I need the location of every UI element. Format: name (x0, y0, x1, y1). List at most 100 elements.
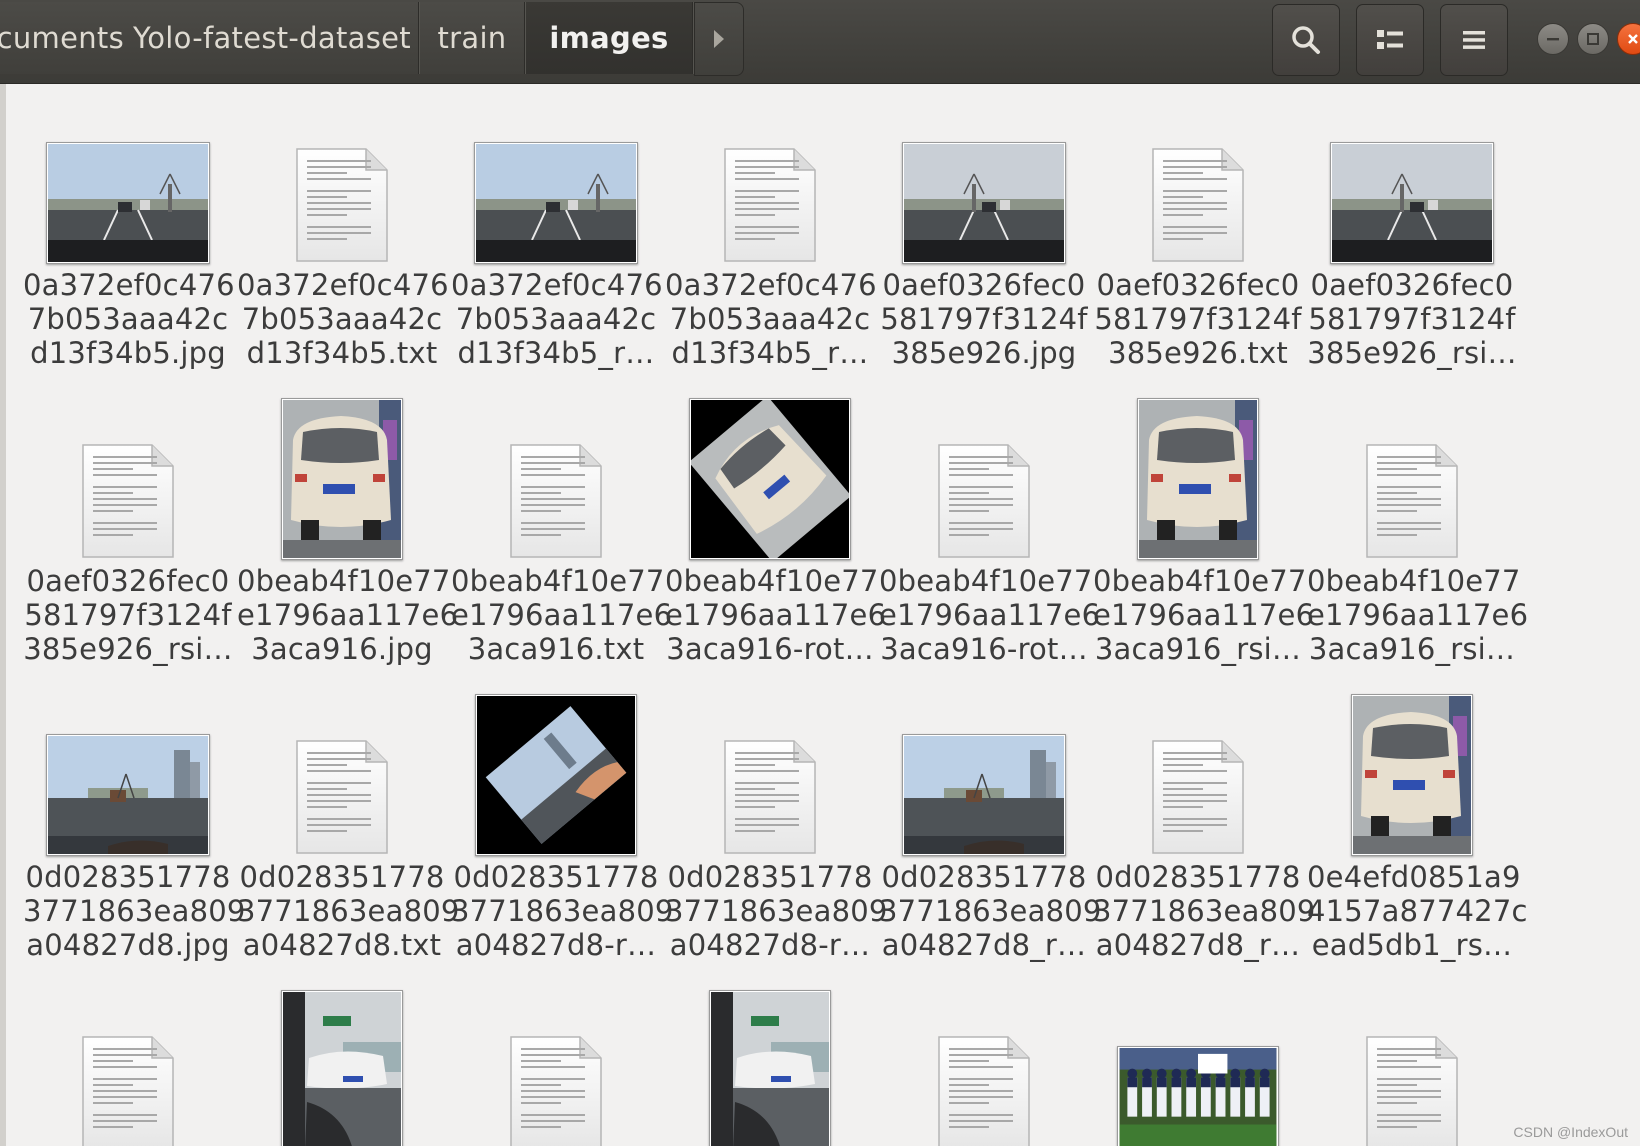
file-name-line: e1796aa117e6 (237, 598, 459, 632)
menu-button[interactable] (1440, 4, 1508, 76)
image-thumbnail (475, 694, 637, 856)
file-item-image[interactable]: 0beab4f10e77 e1796aa117e6 3aca916-rot… (665, 390, 886, 666)
text-file-icon (724, 148, 816, 262)
view-toggle-button[interactable] (1356, 4, 1424, 76)
file-item-txt[interactable]: 0d028351778 3771863ea809 a04827d8-r… (665, 686, 888, 962)
image-thumbnail (1137, 398, 1259, 560)
file-name: 0beab4f10e77 e1796aa117e6 3aca916.jpg (237, 564, 459, 666)
file-name: 0beab4f10e77 e1796aa117e6 3aca916-rot… (665, 564, 886, 666)
file-item-image[interactable]: 0fd2c27b0c2a (237, 982, 447, 1146)
file-item-txt[interactable]: 0d028351778 3771863ea809 a04827d8.txt (237, 686, 459, 962)
file-name-line: 7b053aaa42c (27, 302, 229, 336)
image-thumbnail (689, 398, 851, 560)
file-item-image[interactable]: 0a372ef0c476 7b053aaa42c d13f34b5_r… (451, 94, 663, 370)
file-item-image[interactable]: 0d028351778 3771863ea809 a04827d8-r… (451, 686, 673, 962)
image-thumbnail (709, 990, 831, 1146)
file-name-line: 3aca916-rot… (880, 632, 1088, 666)
file-name-line: 0d028351778 (881, 860, 1087, 894)
breadcrumb-label: images (549, 21, 669, 55)
text-file-icon (1366, 444, 1458, 558)
file-name-line: 385e926_rsi… (1307, 336, 1517, 370)
file-name-line: 0a372ef0c476 (237, 268, 449, 302)
file-name-line: 0a372ef0c476 (451, 268, 663, 302)
file-item-image[interactable]: 0d028351778 3771863ea809 a04827d8.jpg (23, 686, 245, 962)
close-button[interactable] (1617, 23, 1640, 55)
file-name-line: e1796aa117e6 (451, 598, 673, 632)
image-thumbnail (1351, 694, 1473, 856)
file-item-txt[interactable]: 0beab4f10e77 e1796aa117e6 3aca916.txt (451, 390, 673, 666)
file-name-line: a04827d8-r… (455, 928, 657, 962)
file-item-txt[interactable]: 0d028351778 3771863ea809 a04827d8_r… (1093, 686, 1315, 962)
file-name-line: a04827d8_r… (1095, 928, 1301, 962)
text-file-icon (296, 148, 388, 262)
breadcrumb-images[interactable]: images (526, 2, 693, 74)
file-item-txt[interactable]: 0aef0326fec0 581797f3124f 385e926_rsi… (23, 390, 233, 666)
file-name: 0beab4f10e77 e1796aa117e6 3aca916.txt (451, 564, 673, 666)
file-item-image[interactable]: 0beab4f10e77 e1796aa117e6 3aca916_rsi… (1093, 390, 1314, 666)
search-button[interactable] (1272, 4, 1340, 76)
search-icon (1292, 26, 1320, 54)
file-thumbnail (237, 94, 447, 264)
file-name-line: 581797f3124f (24, 598, 232, 632)
file-item-txt[interactable]: 0_Parade (1307, 982, 1517, 1146)
file-item-image[interactable]: 0fd2c27b0c2a (665, 982, 875, 1146)
file-item-txt[interactable]: 0aef0326fec0 581797f3124f 385e926.txt (1093, 94, 1303, 370)
file-thumbnail (1093, 982, 1303, 1146)
file-thumbnail (665, 390, 875, 560)
file-name-line: 581797f3124f (880, 302, 1088, 336)
file-name-line: 385e926.txt (1108, 336, 1288, 370)
minimize-button[interactable] (1537, 23, 1569, 55)
file-item-txt[interactable]: 0fd2c27b0c2a (879, 982, 1089, 1146)
file-name-line: 3771863ea809 (665, 894, 888, 928)
file-name-line: a04827d8_r… (881, 928, 1087, 962)
file-name-line: d13f34b5_r… (457, 336, 655, 370)
file-item-image[interactable]: 0_Parade (1093, 982, 1303, 1146)
file-thumbnail (665, 982, 875, 1146)
file-name: 0d028351778 3771863ea809 a04827d8.txt (237, 860, 459, 962)
maximize-button[interactable] (1577, 23, 1609, 55)
file-name-line: 3aca916.jpg (251, 632, 433, 666)
file-name-line: 0aef0326fec0 (1096, 268, 1300, 302)
file-item-image[interactable]: 0aef0326fec0 581797f3124f 385e926.jpg (879, 94, 1089, 370)
file-name: 0aef0326fec0 581797f3124f 385e926_rsi… (1307, 268, 1517, 370)
file-name-line: d13f34b5.jpg (30, 336, 226, 370)
file-item-txt[interactable]: 0fd2c27b0c2a (451, 982, 661, 1146)
file-name-line: 385e926_rsi… (23, 632, 233, 666)
file-item-txt[interactable]: 0e4efd0851a9 (23, 982, 233, 1146)
file-name-line: 581797f3124f (1308, 302, 1516, 336)
file-item-image[interactable]: 0e4efd0851a9 4157a877427c ead5db1_rs… (1307, 686, 1527, 962)
image-thumbnail (281, 398, 403, 560)
watermark: CSDN @IndexOut (1513, 1124, 1628, 1140)
file-name-line: 0beab4f10e77 (237, 564, 451, 598)
file-thumbnail (665, 94, 875, 264)
file-item-txt[interactable]: 0beab4f10e77 e1796aa117e6 3aca916-rot… (879, 390, 1101, 666)
file-name-line: e1796aa117e6 (879, 598, 1101, 632)
file-thumbnail (879, 686, 1089, 856)
image-thumbnail (474, 142, 638, 264)
breadcrumb-train[interactable]: train (420, 2, 525, 74)
chevron-right-icon (714, 30, 724, 48)
breadcrumb-yolo-fatest-dataset[interactable]: Yolo-fatest-dataset (126, 2, 419, 74)
file-item-image[interactable]: 0aef0326fec0 581797f3124f 385e926_rsi… (1307, 94, 1517, 370)
text-file-icon (1152, 740, 1244, 854)
file-thumbnail (451, 686, 661, 856)
file-grid: 0a372ef0c476 7b053aaa42c d13f34b5.jpg 0a37… (0, 84, 1640, 1146)
file-name-line: 0beab4f10e77 (451, 564, 665, 598)
file-item-image[interactable]: 0d028351778 3771863ea809 a04827d8_r… (879, 686, 1101, 962)
file-name: 0a372ef0c476 7b053aaa42c d13f34b5.jpg (23, 268, 235, 370)
file-item-txt[interactable]: 0a372ef0c476 7b053aaa42c d13f34b5.txt (237, 94, 449, 370)
breadcrumb-documents[interactable]: cuments (0, 2, 127, 74)
file-name-line: 3aca916_rsi… (1308, 632, 1516, 666)
file-item-image[interactable]: 0beab4f10e77 e1796aa117e6 3aca916.jpg (237, 390, 459, 666)
file-thumbnail (1093, 94, 1303, 264)
file-name-line: 581797f3124f (1094, 302, 1302, 336)
file-item-txt[interactable]: 0a372ef0c476 7b053aaa42c d13f34b5_r… (665, 94, 877, 370)
file-item-txt[interactable]: 0beab4f10e77 e1796aa117e6 3aca916_rsi… (1307, 390, 1528, 666)
file-item-image[interactable]: 0a372ef0c476 7b053aaa42c d13f34b5.jpg (23, 94, 235, 370)
file-thumbnail (237, 686, 447, 856)
file-thumbnail (237, 982, 447, 1146)
file-name-line: 0d028351778 (453, 860, 659, 894)
breadcrumb-label: cuments (0, 21, 124, 55)
file-name-line: d13f34b5.txt (246, 336, 438, 370)
breadcrumb-forward-button[interactable] (694, 2, 744, 76)
